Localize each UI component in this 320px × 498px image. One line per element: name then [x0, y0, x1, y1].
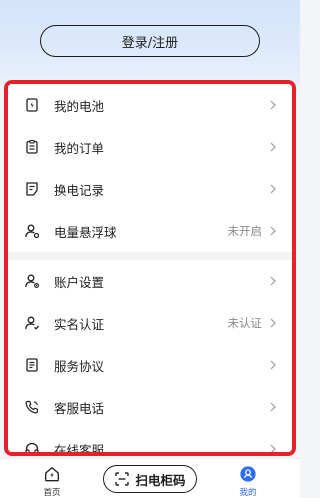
menu-item-my-battery[interactable]: 我的电池: [8, 84, 292, 126]
header: 登录/注册: [0, 0, 300, 86]
chevron-right-icon: [268, 184, 278, 194]
menu-item-label: 我的订单: [54, 140, 105, 156]
chevron-right-icon: [268, 142, 278, 152]
chevron-right-icon: [268, 100, 278, 110]
chevron-right-icon: [268, 444, 278, 452]
user-verify-icon: [22, 313, 42, 333]
chevron-right-icon: [268, 226, 278, 236]
tab-mine[interactable]: 我的: [228, 464, 268, 498]
battery-icon: [22, 95, 42, 115]
scan-button-label: 扫电柜码: [135, 472, 186, 488]
menu-item-label: 在线客服: [54, 442, 105, 456]
menu-item-service-phone[interactable]: 客服电话: [8, 386, 292, 428]
menu-item-my-orders[interactable]: 我的订单: [8, 126, 292, 168]
menu-list: 我的电池 我的订单 换电记录 电量悬浮球 未开启 账户设置 实名认证 未认证 服…: [4, 80, 296, 456]
menu-item-battery-float-ball[interactable]: 电量悬浮球 未开启: [8, 210, 292, 252]
menu-item-status: 未认证: [227, 316, 263, 330]
document-icon: [22, 355, 42, 375]
scan-icon: [114, 471, 130, 487]
tab-home[interactable]: 首页: [32, 464, 72, 498]
mine-user-icon: [238, 464, 258, 484]
user-settings-icon: [22, 271, 42, 291]
chevron-right-icon: [268, 360, 278, 370]
headset-icon: [22, 439, 42, 452]
clipboard-icon: [22, 137, 42, 157]
menu-item-label: 电量悬浮球: [54, 224, 117, 240]
bottom-tab-bar: 首页 扫电柜码 我的: [0, 458, 300, 498]
menu-group-1: 我的电池 我的订单 换电记录 电量悬浮球 未开启: [8, 84, 292, 252]
chevron-right-icon: [268, 402, 278, 412]
menu-item-label: 换电记录: [54, 182, 105, 198]
chevron-right-icon: [268, 318, 278, 328]
group-divider: [8, 252, 292, 260]
menu-item-account-settings[interactable]: 账户设置: [8, 260, 292, 302]
menu-item-label: 账户设置: [54, 274, 105, 290]
chevron-right-icon: [268, 276, 278, 286]
record-icon: [22, 179, 42, 199]
login-register-button[interactable]: 登录/注册: [40, 25, 260, 57]
menu-item-status: 未开启: [227, 224, 263, 238]
menu-item-real-name-verification[interactable]: 实名认证 未认证: [8, 302, 292, 344]
menu-item-service-agreement[interactable]: 服务协议: [8, 344, 292, 386]
tab-mine-label: 我的: [239, 488, 257, 498]
scan-cabinet-code-button[interactable]: 扫电柜码: [103, 465, 197, 493]
phone-icon: [22, 397, 42, 417]
home-bolt-icon: [42, 464, 62, 484]
user-float-icon: [22, 221, 42, 241]
menu-item-label: 服务协议: [54, 358, 105, 374]
menu-item-online-service[interactable]: 在线客服: [8, 428, 292, 456]
menu-item-label: 我的电池: [54, 98, 105, 114]
menu-item-swap-records[interactable]: 换电记录: [8, 168, 292, 210]
menu-item-label: 客服电话: [54, 400, 105, 416]
menu-item-label: 实名认证: [54, 316, 105, 332]
menu-group-2: 账户设置 实名认证 未认证 服务协议 客服电话 在线客服: [8, 260, 292, 456]
tab-home-label: 首页: [43, 488, 61, 498]
